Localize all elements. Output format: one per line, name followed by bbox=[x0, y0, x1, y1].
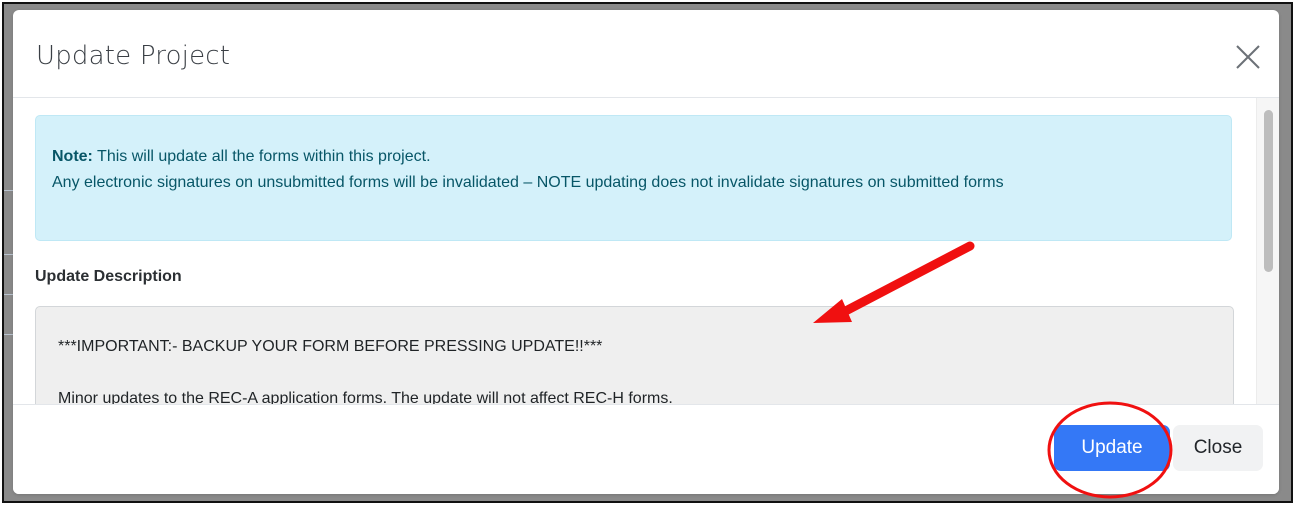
update-button[interactable]: Update bbox=[1054, 425, 1170, 471]
description-line: Minor updates to the REC-A application f… bbox=[58, 390, 673, 404]
alert-note-label: Note: bbox=[52, 148, 93, 165]
alert-line-1: Note: This will update all the forms wit… bbox=[52, 144, 1215, 170]
modal-footer: Update Close bbox=[13, 404, 1279, 494]
update-description-box[interactable]: ***IMPORTANT:- BACKUP YOUR FORM BEFORE P… bbox=[35, 306, 1234, 404]
update-project-modal: Update Project Note: This will update al… bbox=[13, 10, 1279, 494]
description-line: ***IMPORTANT:- BACKUP YOUR FORM BEFORE P… bbox=[58, 338, 603, 355]
info-alert: Note: This will update all the forms wit… bbox=[35, 115, 1232, 241]
close-button[interactable]: Close bbox=[1173, 425, 1263, 471]
update-description-heading: Update Description bbox=[35, 268, 182, 285]
scrollbar-thumb[interactable] bbox=[1264, 110, 1273, 272]
alert-line-1-text: This will update all the forms within th… bbox=[97, 148, 431, 165]
modal-title: Update Project bbox=[36, 41, 231, 71]
modal-scrollbar[interactable] bbox=[1256, 98, 1279, 404]
close-x-icon[interactable] bbox=[1234, 43, 1262, 71]
alert-line-2: Any electronic signatures on unsubmitted… bbox=[52, 174, 1004, 191]
modal-body[interactable]: Note: This will update all the forms wit… bbox=[13, 98, 1279, 404]
modal-header: Update Project bbox=[13, 10, 1279, 98]
